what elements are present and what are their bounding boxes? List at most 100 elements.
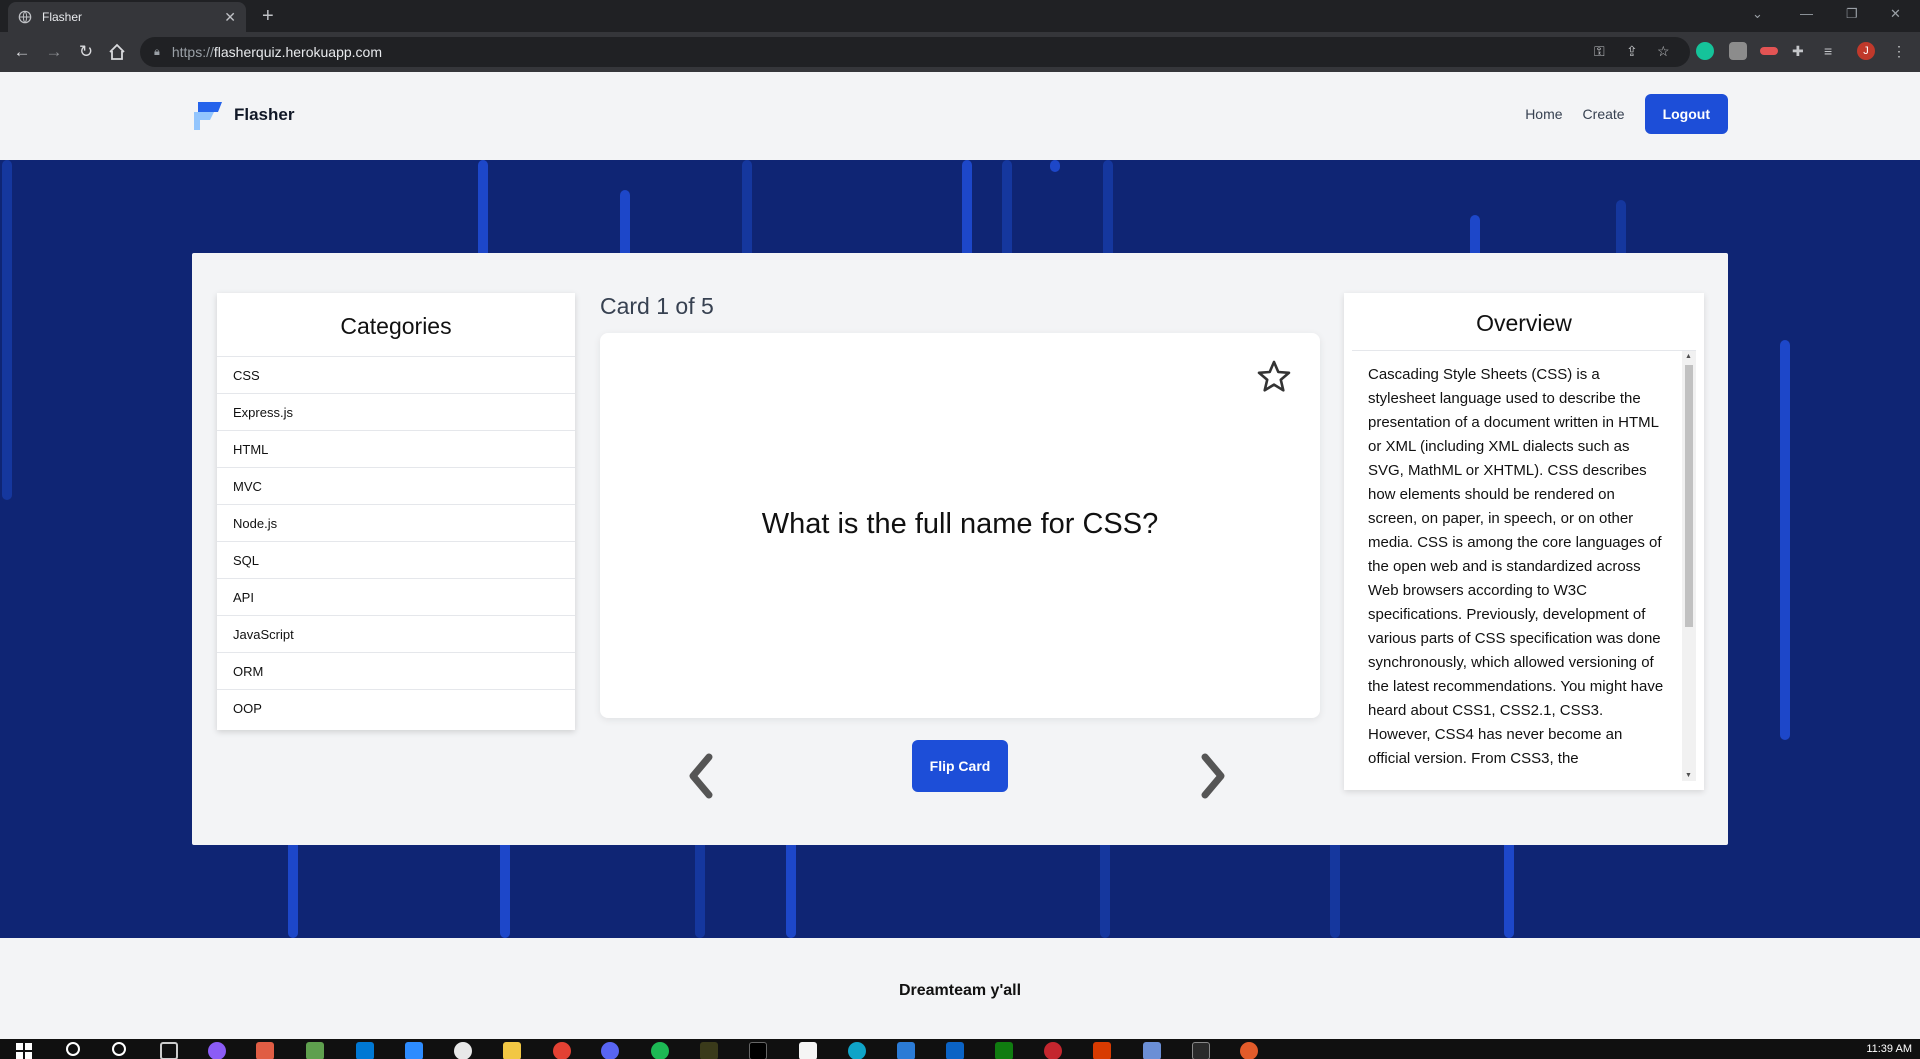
back-icon[interactable]: ← — [10, 40, 34, 64]
app-icon[interactable] — [256, 1042, 274, 1059]
category-item[interactable]: JavaScript — [217, 616, 575, 653]
previous-card-arrow-icon[interactable] — [687, 753, 715, 799]
app-icon[interactable] — [1044, 1042, 1062, 1059]
card-counter: Card 1 of 5 — [600, 293, 714, 319]
category-item[interactable]: API — [217, 579, 575, 616]
search-icon[interactable] — [66, 1042, 80, 1056]
flip-card-button[interactable]: Flip Card — [912, 740, 1008, 792]
edge-icon[interactable] — [848, 1042, 866, 1059]
background-streak — [1103, 160, 1113, 260]
category-item[interactable]: MVC — [217, 468, 575, 505]
category-item[interactable]: HTML — [217, 431, 575, 468]
chrome-icon[interactable] — [553, 1042, 571, 1059]
app-icon[interactable] — [700, 1042, 718, 1059]
category-item[interactable]: Node.js — [217, 505, 575, 542]
bookmark-star-icon[interactable]: ☆ — [1657, 43, 1670, 60]
key-icon[interactable]: ⚿ — [1594, 43, 1605, 60]
restore-icon[interactable]: ❐ — [1846, 6, 1858, 22]
flashcard[interactable]: What is the full name for CSS? — [600, 333, 1320, 718]
profile-avatar[interactable]: J — [1857, 42, 1875, 60]
globe-icon — [18, 10, 32, 24]
scrollbar-thumb[interactable] — [1685, 365, 1693, 627]
app-icon[interactable] — [1240, 1042, 1258, 1059]
nav-home-link[interactable]: Home — [1525, 106, 1562, 122]
tab-close-icon[interactable]: ✕ — [224, 9, 236, 26]
background-streak — [478, 160, 488, 260]
overview-title: Overview — [1352, 293, 1696, 351]
document-icon[interactable] — [799, 1042, 817, 1059]
grammarly-extension-icon[interactable] — [1696, 42, 1714, 60]
category-item[interactable]: CSS — [217, 357, 575, 394]
category-item[interactable]: ORM — [217, 653, 575, 690]
address-bar[interactable]: 🔒︎ https:// flasherquiz.herokuapp.com — [140, 37, 1690, 67]
card-question: What is the full name for CSS? — [761, 508, 1159, 540]
app-icon[interactable] — [454, 1042, 472, 1059]
url-scheme: https:// — [171, 44, 214, 60]
office-icon[interactable] — [1093, 1042, 1111, 1059]
background-streak — [1780, 340, 1790, 740]
background-streak — [1002, 160, 1012, 260]
app-icon[interactable] — [749, 1042, 767, 1059]
record-extension-icon[interactable] — [1760, 47, 1778, 55]
site-footer: Dreamteam y'all — [0, 938, 1920, 1039]
spotify-icon[interactable] — [651, 1042, 669, 1059]
scroll-down-arrow-icon[interactable]: ▼ — [1685, 772, 1692, 779]
background-streak — [1050, 160, 1060, 172]
calculator-icon[interactable] — [1143, 1042, 1161, 1059]
reload-icon[interactable]: ↻ — [74, 40, 98, 64]
flasher-logo-icon — [194, 102, 222, 130]
new-tab-button[interactable]: + — [262, 5, 274, 28]
reading-list-icon[interactable]: ≡ — [1824, 43, 1832, 59]
quiz-panel: Categories CSS Express.js HTML MVC Node.… — [192, 253, 1728, 845]
web-page: Flasher Home Create Logout Categories CS… — [0, 72, 1920, 1039]
brand-name: Flasher — [234, 105, 295, 124]
file-explorer-icon[interactable] — [503, 1042, 521, 1059]
task-view-icon[interactable] — [160, 1042, 178, 1059]
minimize-icon[interactable]: — — [1800, 6, 1813, 21]
cortana-icon[interactable] — [112, 1042, 126, 1056]
browser-tab[interactable]: Flasher ✕ — [8, 2, 246, 32]
overview-panel: Overview Cascading Style Sheets (CSS) is… — [1344, 293, 1704, 790]
vscode-icon[interactable] — [356, 1042, 374, 1059]
tab-search-icon[interactable]: ⌄ — [1752, 6, 1763, 22]
mail-icon[interactable] — [946, 1042, 964, 1059]
logout-button[interactable]: Logout — [1644, 94, 1728, 134]
app-icon[interactable] — [208, 1042, 226, 1059]
overview-text: Cascading Style Sheets (CSS) is a styles… — [1368, 366, 1664, 767]
categories-title: Categories — [217, 293, 575, 357]
site-header: Flasher Home Create Logout — [0, 72, 1920, 160]
discord-icon[interactable] — [601, 1042, 619, 1059]
taskbar-clock: 11:39 AM — [1866, 1043, 1912, 1055]
category-item[interactable]: SQL — [217, 542, 575, 579]
nodejs-icon[interactable] — [306, 1042, 324, 1059]
close-window-icon[interactable]: ✕ — [1890, 6, 1901, 22]
browser-tabstrip: Flasher ✕ + ⌄ — ❐ ✕ — [0, 0, 1920, 32]
store-icon[interactable] — [897, 1042, 915, 1059]
categories-sidebar: Categories CSS Express.js HTML MVC Node.… — [217, 293, 575, 730]
overview-scrollbar[interactable]: ▲ ▼ — [1682, 351, 1696, 781]
tab-title: Flasher — [42, 10, 83, 24]
lock-icon: 🔒︎ — [154, 45, 160, 58]
brand[interactable]: Flasher — [192, 98, 294, 132]
puzzle-extensions-icon[interactable]: ✚ — [1792, 43, 1804, 60]
terminal-icon[interactable] — [1192, 1042, 1210, 1059]
url-host: flasherquiz.herokuapp.com — [213, 44, 382, 60]
favorite-star-icon[interactable] — [1256, 359, 1292, 395]
scroll-up-arrow-icon[interactable]: ▲ — [1685, 353, 1692, 360]
footer-text: Dreamteam y'all — [898, 982, 1022, 999]
xbox-icon[interactable] — [995, 1042, 1013, 1059]
category-item[interactable]: OOP — [217, 690, 575, 727]
zoom-icon[interactable] — [405, 1042, 423, 1059]
share-icon[interactable]: ⇪ — [1626, 43, 1638, 60]
extension-icon[interactable] — [1729, 42, 1747, 60]
main-nav: Home Create Logout — [1525, 94, 1728, 134]
home-icon[interactable] — [108, 43, 126, 61]
os-taskbar: 11:39 AM — [0, 1039, 1920, 1059]
nav-create-link[interactable]: Create — [1583, 106, 1625, 122]
menu-kebab-icon[interactable]: ⋮ — [1892, 43, 1906, 60]
windows-start-icon[interactable] — [16, 1043, 32, 1059]
overview-scroll-area[interactable]: Cascading Style Sheets (CSS) is a styles… — [1352, 351, 1696, 781]
category-item[interactable]: Express.js — [217, 394, 575, 431]
forward-icon[interactable]: → — [42, 40, 66, 64]
next-card-arrow-icon[interactable] — [1199, 753, 1227, 799]
